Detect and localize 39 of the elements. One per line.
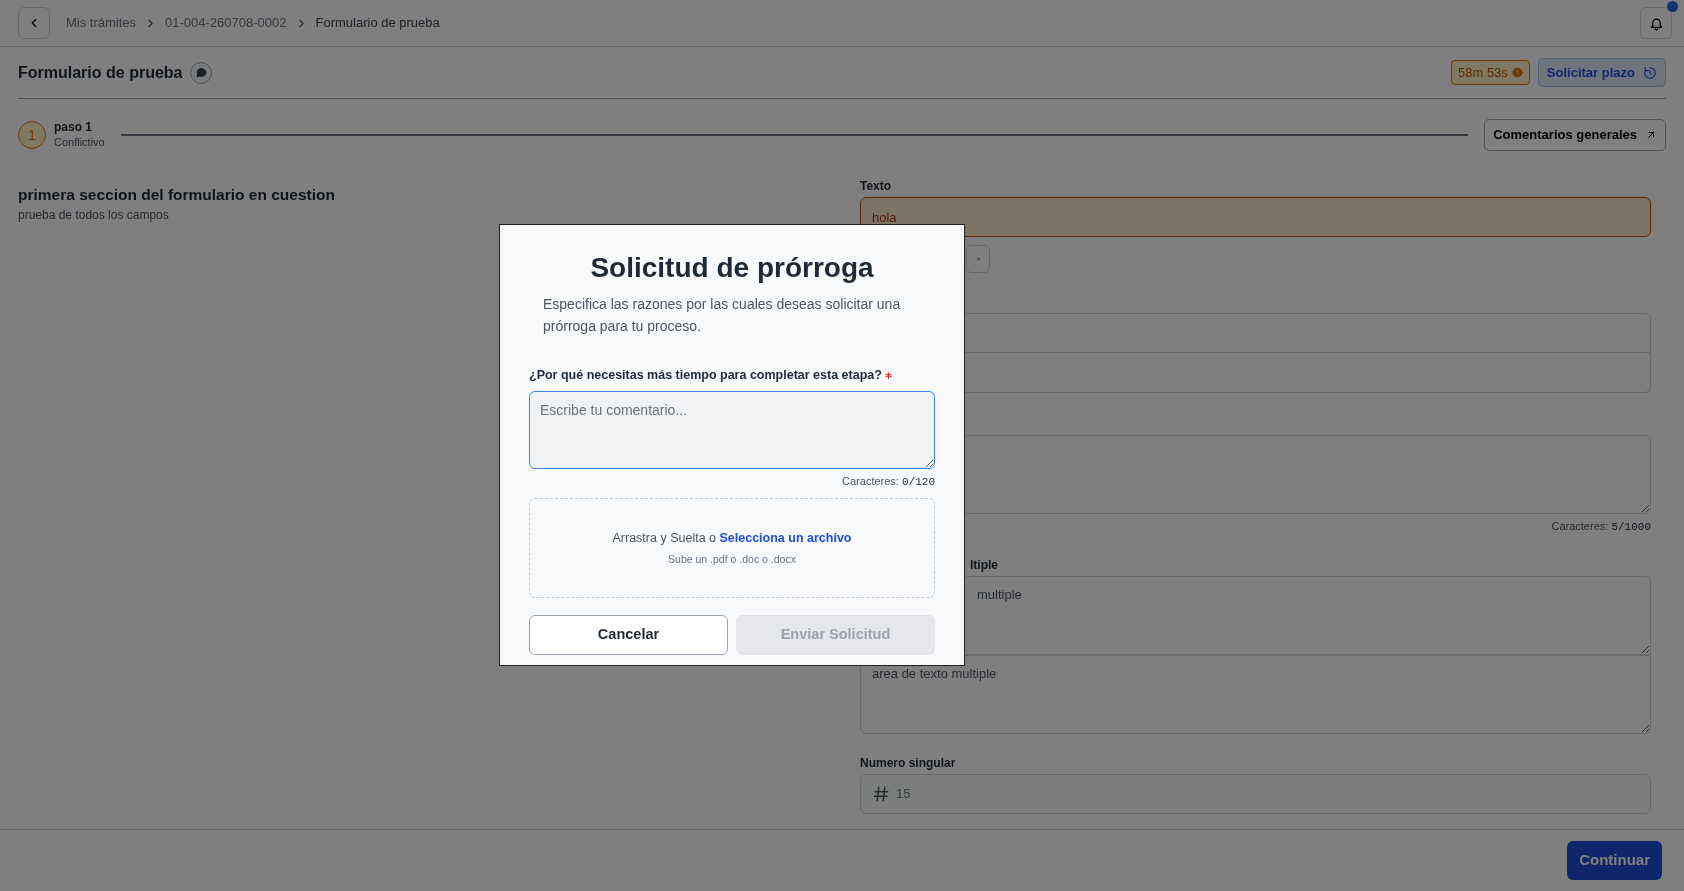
character-counter: Caracteres: 5/1000	[1550, 519, 1651, 535]
breadcrumb-link[interactable]: 01-004-260708-0002	[165, 13, 287, 33]
text-area[interactable]: multiple	[966, 576, 1651, 655]
modal-title: Solicitud de prórroga	[589, 251, 875, 285]
breadcrumb-link[interactable]: Mis trámites	[66, 13, 137, 33]
chat-button[interactable]	[190, 61, 213, 84]
step-status: Conflictivo	[54, 134, 105, 150]
section-subtitle: prueba de todos los campos	[18, 207, 170, 225]
field-label: Numero singular	[860, 756, 957, 770]
field-label: ltiple	[970, 557, 998, 572]
hash-icon	[872, 785, 890, 803]
clock-icon	[1511, 67, 1523, 78]
timer-badge: 58m 53s	[1451, 59, 1530, 86]
file-dropzone[interactable]: Arrastra y Suelta o Selecciona un archivo Sube un .pdf o .doc o .docx	[529, 498, 935, 599]
continue-button[interactable]: Continuar	[1567, 841, 1662, 880]
number-field[interactable]: 15	[860, 774, 1651, 814]
step-number: 1	[18, 121, 46, 149]
dropzone-hint: Sube un .pdf o .doc o .docx	[668, 551, 796, 567]
comment-field[interactable]: Escribe tu comentario...	[529, 390, 935, 469]
section-title: primera seccion del formulario en cuestion	[18, 185, 336, 205]
notifications-button[interactable]	[1640, 7, 1672, 39]
character-counter: Caracteres: 0/120	[841, 473, 935, 490]
bell-icon	[1648, 15, 1664, 31]
timer-icon	[1643, 65, 1657, 80]
page-title: Formulario de prueba	[18, 62, 183, 83]
cancel-button[interactable]: Cancelar	[529, 615, 728, 656]
general-comments-button[interactable]: Comentarios generales	[1484, 119, 1666, 151]
speech-bubble-icon	[194, 66, 208, 79]
question-label: ¿Por qué necesitas más tiempo para completar esta etapa?	[529, 366, 935, 385]
select-file-link[interactable]: Selecciona un archivo	[719, 531, 852, 545]
request-extension-button[interactable]: Solicitar plazo	[1537, 57, 1666, 88]
modal-description: Especifica las razones por las cuales deseas solicitar una prórroga para tu proceso.	[543, 295, 902, 336]
arrow-up-right-icon	[1645, 129, 1657, 141]
text-field[interactable]: hola	[860, 197, 1651, 237]
text-area[interactable]: area de texto multiple	[860, 655, 1651, 734]
dropzone-text: Arrastra y Suelta o Selecciona un archivo	[612, 530, 852, 547]
field-label: Texto	[860, 179, 893, 193]
field-comment-button[interactable]	[966, 245, 990, 273]
step-title: paso 1	[54, 119, 93, 134]
